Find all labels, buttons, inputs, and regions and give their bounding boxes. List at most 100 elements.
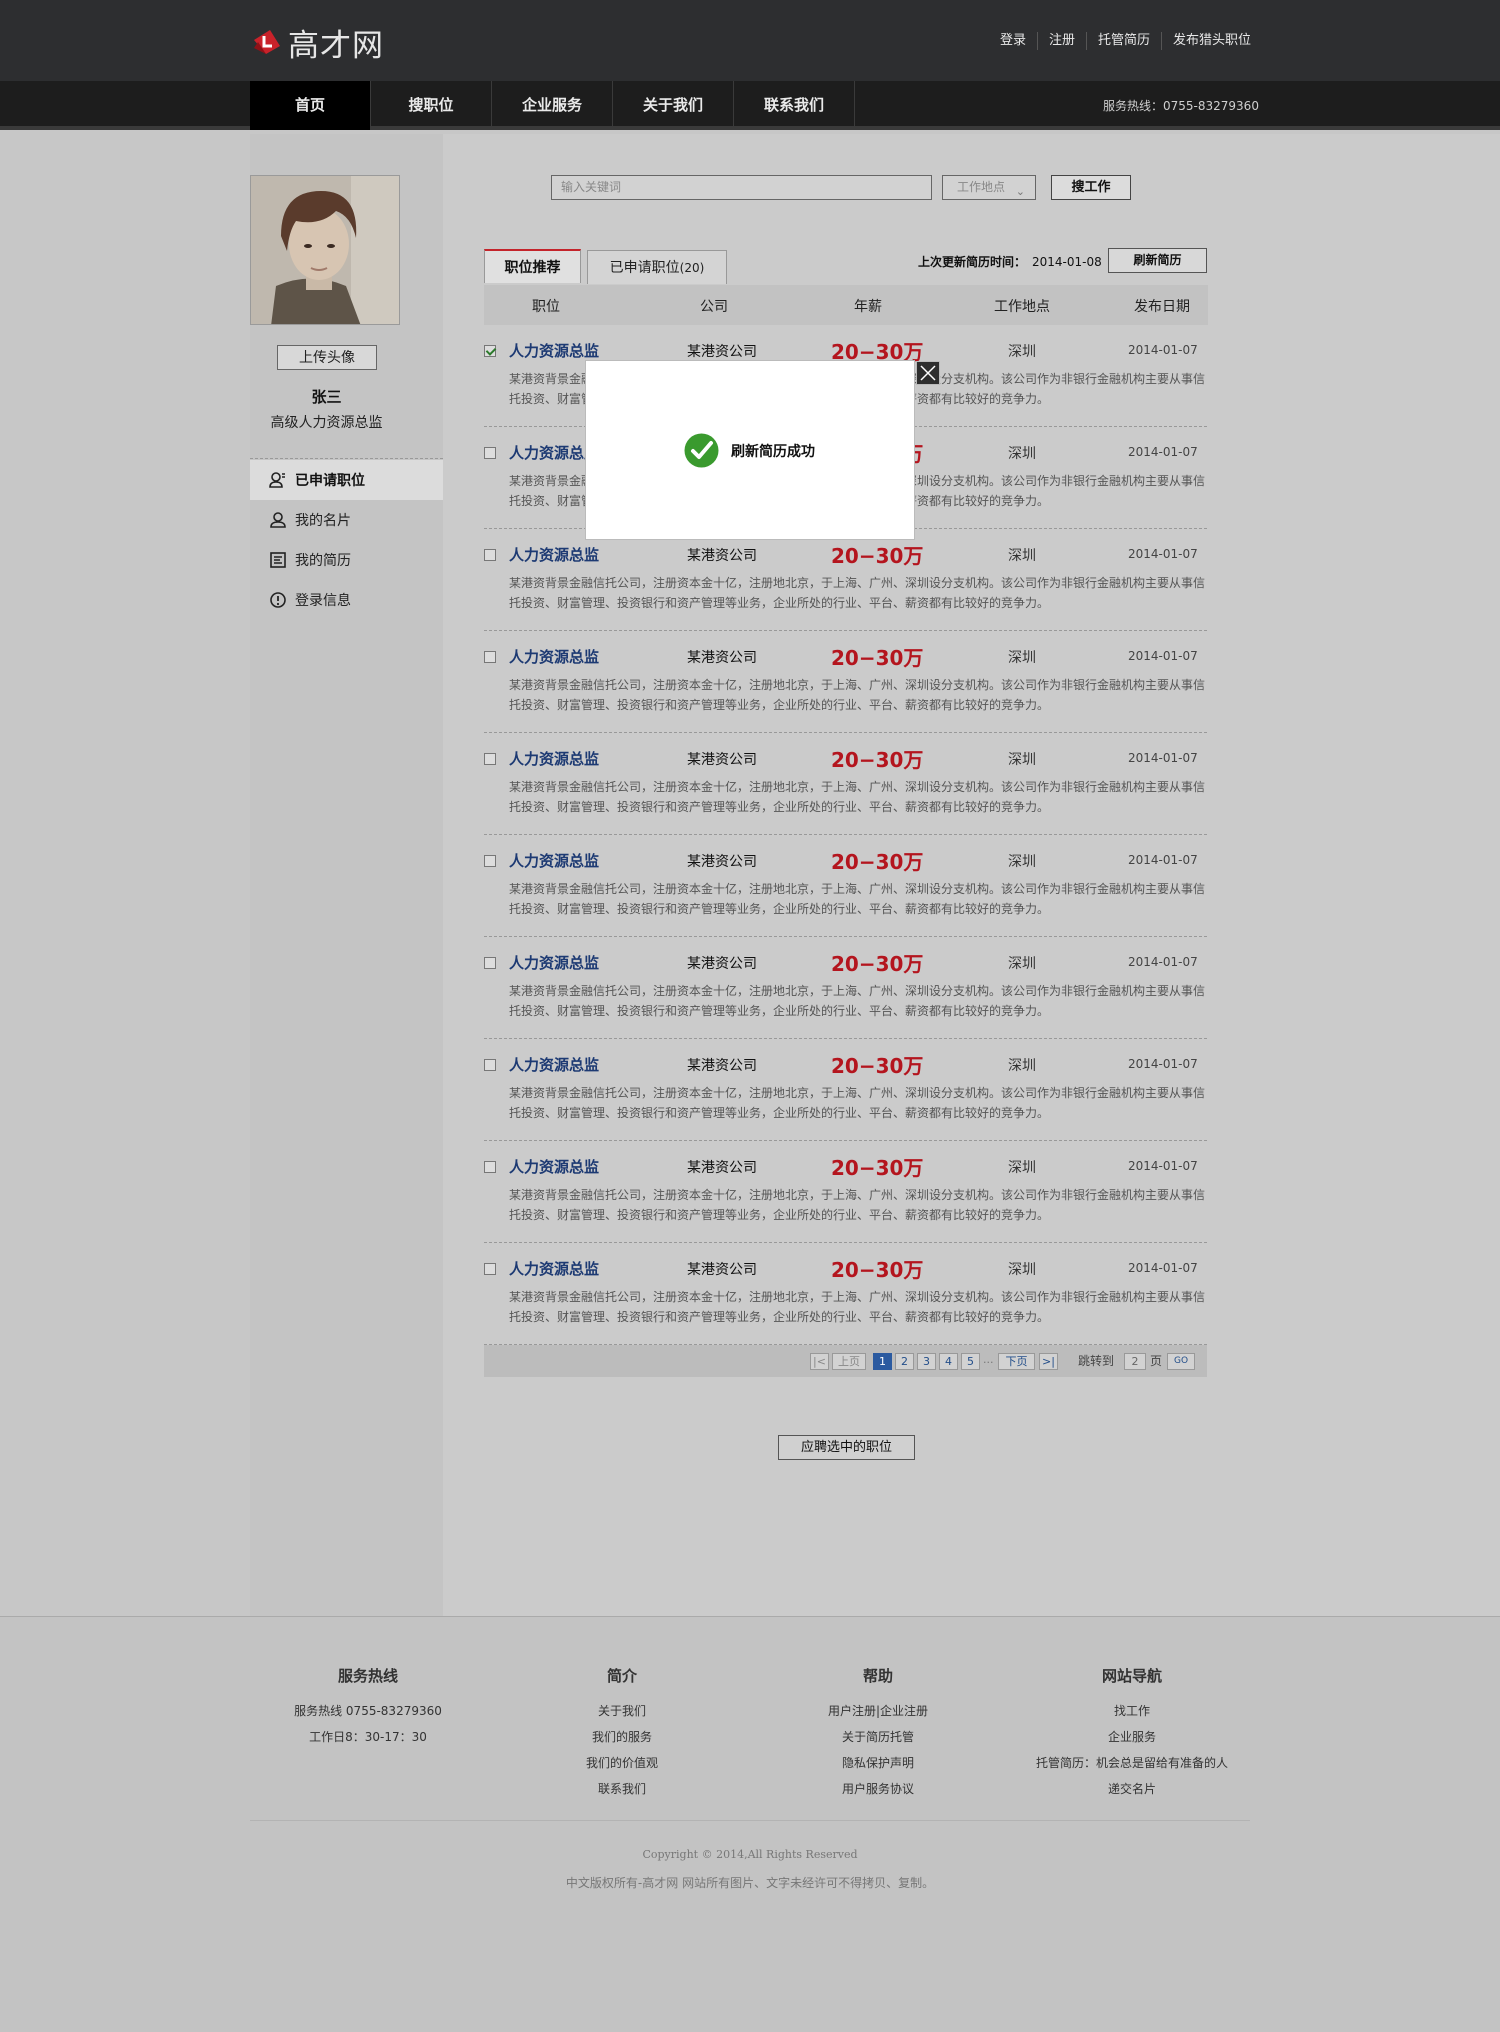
- footer-link-submit-card[interactable]: 递交名片: [1012, 1776, 1252, 1802]
- job-select-checkbox[interactable]: [484, 447, 496, 459]
- job-row: 人力资源总监 某港资公司 20−30万 深圳 2014-01-07 某港资背景金融信托公司…: [484, 1243, 1207, 1345]
- job-company: 某港资公司: [687, 650, 757, 666]
- job-description: 某港资背景金融信托公司，注册资本金十亿，注册地北京，于上海、广州、深圳设分支机构…: [509, 1287, 1207, 1327]
- footer-link-about[interactable]: 关于我们: [522, 1698, 722, 1724]
- job-title-link[interactable]: 人力资源总监: [509, 850, 599, 871]
- document-icon: [270, 552, 286, 568]
- footer-link-privacy[interactable]: 隐私保护声明: [778, 1750, 978, 1776]
- job-location: 深圳: [1008, 344, 1036, 360]
- nav-enterprise[interactable]: 企业服务: [492, 81, 613, 130]
- footer-link-values[interactable]: 我们的价值观: [522, 1750, 722, 1776]
- footer-link-find-job[interactable]: 找工作: [1012, 1698, 1252, 1724]
- refresh-resume-button[interactable]: 刷新简历: [1108, 248, 1207, 273]
- sidebar-item-login-info[interactable]: 登录信息: [250, 580, 443, 620]
- footer-link-resume-hosting[interactable]: 关于简历托管: [778, 1724, 978, 1750]
- page-1-button[interactable]: 1: [873, 1353, 892, 1370]
- job-select-checkbox[interactable]: [484, 957, 496, 969]
- job-date: 2014-01-07: [1128, 853, 1198, 867]
- tab-applied-jobs[interactable]: 已申请职位(20): [587, 250, 727, 284]
- go-button[interactable]: GO: [1167, 1353, 1195, 1370]
- update-label: 上次更新简历时间：: [918, 255, 1027, 269]
- job-date: 2014-01-07: [1128, 343, 1198, 357]
- job-title-link[interactable]: 人力资源总监: [509, 1156, 599, 1177]
- job-title-link[interactable]: 人力资源总监: [509, 646, 599, 667]
- job-company: 某港资公司: [687, 1262, 757, 1278]
- post-headhunter-job-link[interactable]: 发布猎头职位: [1160, 32, 1251, 50]
- job-select-checkbox[interactable]: [484, 1059, 496, 1071]
- dialog-close-button[interactable]: [916, 361, 940, 385]
- footer: 服务热线 服务热线 0755-83279360 工作日8：30-17：30 简介…: [0, 1616, 1500, 2032]
- footer-link-register[interactable]: 用户注册|企业注册: [778, 1698, 978, 1724]
- next-page-button[interactable]: 下页: [998, 1353, 1035, 1370]
- upload-avatar-button[interactable]: 上传头像: [277, 345, 377, 370]
- page-3-button[interactable]: 3: [917, 1353, 936, 1370]
- job-select-checkbox[interactable]: [484, 549, 496, 561]
- job-table-header: 职位 公司 年薪 工作地点 发布日期: [484, 285, 1208, 325]
- job-title-link[interactable]: 人力资源总监: [509, 952, 599, 973]
- pagination: |< 上页 1 2 3 4 5 ... 下页 >| 跳转到 2 页 GO: [484, 1345, 1207, 1377]
- page-2-button[interactable]: 2: [895, 1353, 914, 1370]
- site-logo[interactable]: 高才网: [250, 22, 384, 64]
- footer-col-hotline: 服务热线 服务热线 0755-83279360 工作日8：30-17：30: [268, 1665, 468, 1750]
- last-page-button[interactable]: >|: [1039, 1353, 1058, 1370]
- job-description-line: 某港资背景金融信托公司，注册资本金十亿，注册地北京，于上海、广州、深圳设分支机构…: [509, 984, 1206, 998]
- job-select-checkbox[interactable]: [484, 1161, 496, 1173]
- nav-contact[interactable]: 联系我们: [734, 81, 855, 130]
- footer-hours: 工作日8：30-17：30: [309, 1730, 427, 1744]
- job-date: 2014-01-07: [1128, 547, 1198, 561]
- job-select-checkbox[interactable]: [484, 1263, 496, 1275]
- location-select[interactable]: 工作地点 ⌄: [942, 175, 1036, 200]
- jump-page-input[interactable]: 2: [1124, 1353, 1146, 1370]
- job-company: 某港资公司: [687, 344, 757, 360]
- job-title-link[interactable]: 人力资源总监: [509, 748, 599, 769]
- job-salary: 20−30万: [831, 1156, 924, 1180]
- job-description-line: 某港资背景金融信托公司，注册资本金十亿，注册地北京，于上海、广州、深圳设分支机构…: [509, 1188, 1206, 1202]
- job-title-link[interactable]: 人力资源总监: [509, 544, 599, 565]
- sidebar-item-my-resume[interactable]: 我的简历: [250, 540, 443, 580]
- keyword-search-input[interactable]: 输入关键词: [551, 175, 932, 200]
- footer-link-services[interactable]: 我们的服务: [522, 1724, 722, 1750]
- job-select-checkbox[interactable]: [484, 651, 496, 663]
- job-row: 人力资源总监 某港资公司 20−30万 深圳 2014-01-07 某港资背景金融信托公司…: [484, 937, 1207, 1039]
- search-jobs-button[interactable]: 搜工作: [1051, 175, 1131, 200]
- register-link[interactable]: 注册: [1036, 32, 1086, 50]
- job-date: 2014-01-07: [1128, 445, 1198, 459]
- footer-col-title: 服务热线: [337, 1667, 398, 1685]
- job-salary: 20−30万: [831, 1054, 924, 1078]
- prev-page-button[interactable]: 上页: [832, 1353, 866, 1370]
- nav-search-jobs[interactable]: 搜职位: [371, 81, 492, 130]
- job-description: 某港资背景金融信托公司，注册资本金十亿，注册地北京，于上海、广州、深圳设分支机构…: [509, 879, 1207, 919]
- page-4-button[interactable]: 4: [939, 1353, 958, 1370]
- job-date: 2014-01-07: [1128, 955, 1198, 969]
- page-5-button[interactable]: 5: [961, 1353, 980, 1370]
- job-select-checkbox[interactable]: [484, 753, 496, 765]
- footer-link-terms[interactable]: 用户服务协议: [778, 1776, 978, 1802]
- job-title-link[interactable]: 人力资源总监: [509, 340, 599, 361]
- sidebar-menu: 已申请职位 我的名片 我的简历 登录信息: [250, 460, 443, 620]
- job-select-checkbox[interactable]: [484, 345, 496, 357]
- jump-label: 跳转到: [1078, 1354, 1115, 1368]
- tab-recommended-jobs[interactable]: 职位推荐: [484, 249, 581, 283]
- nav-about[interactable]: 关于我们: [613, 81, 734, 130]
- resume-update-time: 上次更新简历时间： 2014-01-08: [918, 253, 1102, 270]
- host-resume-link[interactable]: 托管简历: [1085, 32, 1161, 50]
- dialog-message: 刷新简历成功: [731, 443, 815, 460]
- footer-link-host-resume[interactable]: 托管简历：机会总是留给有准备的人: [1012, 1750, 1252, 1776]
- apply-selected-button[interactable]: 应聘选中的职位: [778, 1435, 915, 1460]
- footer-link-contact[interactable]: 联系我们: [522, 1776, 722, 1802]
- job-row: 人力资源总监 某港资公司 20−30万 深圳 2014-01-07 某港资背景金融信托公司…: [484, 835, 1207, 937]
- login-link[interactable]: 登录: [989, 32, 1037, 50]
- job-title-link[interactable]: 人力资源总监: [509, 1258, 599, 1279]
- job-select-checkbox[interactable]: [484, 855, 496, 867]
- sidebar-item-my-card[interactable]: 我的名片: [250, 500, 443, 540]
- job-row: 人力资源总监 某港资公司 20−30万 深圳 2014-01-07 某港资背景金融信托公司…: [484, 1141, 1207, 1243]
- first-page-button[interactable]: |<: [810, 1353, 829, 1370]
- sidebar-item-applied-jobs[interactable]: 已申请职位: [250, 460, 443, 500]
- footer-link-enterprise[interactable]: 企业服务: [1012, 1724, 1252, 1750]
- job-location: 深圳: [1008, 956, 1036, 972]
- sidebar-item-label: 我的名片: [295, 513, 351, 529]
- location-select-value: 工作地点: [957, 180, 1006, 194]
- job-title-link[interactable]: 人力资源总监: [509, 1054, 599, 1075]
- user-name: 张三: [311, 388, 342, 406]
- nav-home[interactable]: 首页: [250, 81, 371, 130]
